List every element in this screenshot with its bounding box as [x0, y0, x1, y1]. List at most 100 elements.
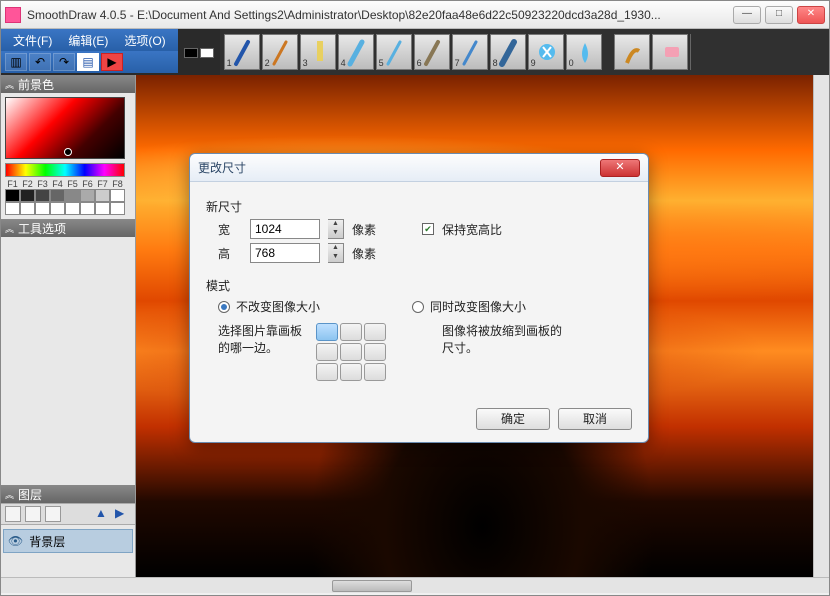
height-input[interactable]	[250, 243, 320, 263]
anchor-mc[interactable]	[340, 343, 362, 361]
brush-tool-2[interactable]: 2	[262, 34, 298, 70]
hue-slider[interactable]	[5, 163, 125, 177]
keep-ratio-checkbox[interactable]: ✔	[422, 223, 434, 235]
color-swatch[interactable]	[80, 189, 95, 202]
anchor-br[interactable]	[364, 363, 386, 381]
brush-tool-3[interactable]: 3	[300, 34, 336, 70]
mode-label: 模式	[206, 277, 632, 294]
color-swatch[interactable]	[95, 189, 110, 202]
sidebar: ︽前景色 F1F2F3F4F5F6F7F8 ︽工具选项 ︽图层 ▲ ▶ 👁 背景…	[1, 75, 136, 577]
top-toolbar-region: 文件(F) 编辑(E) 选项(O) ▥ ↶ ↷ ▤ ▶ 1 2 3 4 5 6 …	[1, 29, 829, 75]
anchor-tr[interactable]	[364, 323, 386, 341]
height-unit: 像素	[352, 245, 376, 262]
brush-tool-9[interactable]: 9	[528, 34, 564, 70]
collapse-icon: ︽	[5, 78, 14, 91]
quickbar-new-icon[interactable]: ▥	[5, 53, 27, 71]
window-titlebar: SmoothDraw 4.0.5 - E:\Document And Setti…	[1, 1, 829, 29]
layer-up-icon[interactable]: ▲	[95, 506, 111, 522]
anchor-mr[interactable]	[364, 343, 386, 361]
anchor-tl[interactable]	[316, 323, 338, 341]
brush-tool-8[interactable]: 8	[490, 34, 526, 70]
color-swatch[interactable]	[110, 202, 125, 215]
quickbar-undo-icon[interactable]: ↶	[29, 53, 51, 71]
layers-toolbar: ▲ ▶	[1, 503, 135, 525]
mode1-radio[interactable]	[218, 301, 230, 313]
layer-item-background[interactable]: 👁 背景层	[3, 529, 133, 553]
color-swatch[interactable]	[20, 189, 35, 202]
eraser-tool[interactable]	[652, 34, 688, 70]
resize-dialog: 更改尺寸 ✕ 新尺寸 宽 ▲▼ 像素 ✔ 保持宽高比 高 ▲▼ 像素 模式 不改…	[189, 153, 649, 443]
tool-options-panel-header[interactable]: ︽工具选项	[1, 219, 135, 237]
color-swatch[interactable]	[50, 202, 65, 215]
layers-panel-header[interactable]: ︽图层	[1, 485, 135, 503]
anchor-bl[interactable]	[316, 363, 338, 381]
layer-delete-icon[interactable]	[25, 506, 41, 522]
brush-tool-4[interactable]: 4	[338, 34, 374, 70]
minimize-button[interactable]: —	[733, 6, 761, 24]
anchor-tc[interactable]	[340, 323, 362, 341]
width-label: 宽	[218, 221, 242, 238]
color-swatch[interactable]	[35, 202, 50, 215]
new-size-label: 新尺寸	[206, 198, 632, 215]
dialog-titlebar[interactable]: 更改尺寸 ✕	[190, 154, 648, 182]
horizontal-scrollbar[interactable]	[1, 577, 829, 593]
ok-button[interactable]: 确定	[476, 408, 550, 430]
mode2-label: 同时改变图像大小	[430, 298, 526, 315]
menu-options[interactable]: 选项(O)	[116, 32, 173, 49]
color-swatch[interactable]	[65, 189, 80, 202]
menu-bar: 文件(F) 编辑(E) 选项(O)	[1, 29, 178, 51]
color-swatch[interactable]	[20, 202, 35, 215]
height-spinner[interactable]: ▲▼	[328, 243, 344, 263]
layer-dup-icon[interactable]	[45, 506, 61, 522]
dialog-title: 更改尺寸	[198, 159, 600, 176]
color-swatch[interactable]	[5, 189, 20, 202]
color-swatch[interactable]	[50, 189, 65, 202]
scale-hint: 图像将被放缩到画板的尺寸。	[442, 323, 572, 357]
maximize-button[interactable]: □	[765, 6, 793, 24]
bg-color-swatch[interactable]	[184, 48, 198, 58]
color-swatch[interactable]	[80, 202, 95, 215]
quickbar-redo-icon[interactable]: ↷	[53, 53, 75, 71]
anchor-hint: 选择图片靠画板的哪一边。	[218, 323, 308, 357]
color-swatch[interactable]	[110, 189, 125, 202]
foreground-panel-header[interactable]: ︽前景色	[1, 75, 135, 93]
anchor-ml[interactable]	[316, 343, 338, 361]
anchor-bc[interactable]	[340, 363, 362, 381]
brush-tool-0[interactable]: 0	[566, 34, 602, 70]
visibility-icon[interactable]: 👁	[8, 534, 23, 548]
vertical-scrollbar[interactable]	[813, 75, 829, 577]
menu-file[interactable]: 文件(F)	[5, 32, 60, 49]
dialog-close-button[interactable]: ✕	[600, 159, 640, 177]
brush-tool-5[interactable]: 5	[376, 34, 412, 70]
color-swatch[interactable]	[5, 202, 20, 215]
color-swatch[interactable]	[65, 202, 80, 215]
smudge-tool[interactable]	[614, 34, 650, 70]
layer-add-icon[interactable]	[5, 506, 21, 522]
brush-tool-6[interactable]: 6	[414, 34, 450, 70]
anchor-grid	[316, 323, 386, 381]
quick-toolbar: ▥ ↶ ↷ ▤ ▶	[1, 51, 178, 73]
cancel-button[interactable]: 取消	[558, 408, 632, 430]
menu-edit[interactable]: 编辑(E)	[60, 32, 116, 49]
quickbar-record-icon[interactable]: ▶	[101, 53, 123, 71]
close-button[interactable]: ✕	[797, 6, 825, 24]
width-spinner[interactable]: ▲▼	[328, 219, 344, 239]
keep-ratio-label: 保持宽高比	[442, 221, 502, 238]
width-input[interactable]	[250, 219, 320, 239]
color-marker-icon[interactable]	[64, 148, 72, 156]
brush-tool-7[interactable]: 7	[452, 34, 488, 70]
color-swatch[interactable]	[35, 189, 50, 202]
height-label: 高	[218, 245, 242, 262]
layer-down-icon[interactable]: ▶	[115, 506, 131, 522]
brush-tool-1[interactable]: 1	[224, 34, 260, 70]
collapse-icon: ︽	[5, 222, 14, 235]
swatch-labels: F1F2F3F4F5F6F7F8	[5, 179, 125, 189]
swap-colors-icon[interactable]	[200, 48, 214, 58]
color-swatch[interactable]	[95, 202, 110, 215]
mode2-radio[interactable]	[412, 301, 424, 313]
quickbar-doc-icon[interactable]: ▤	[77, 53, 99, 71]
color-gradient-picker[interactable]	[5, 97, 125, 159]
scrollbar-thumb[interactable]	[332, 580, 412, 592]
layer-label: 背景层	[29, 533, 65, 550]
window-title: SmoothDraw 4.0.5 - E:\Document And Setti…	[27, 8, 733, 22]
